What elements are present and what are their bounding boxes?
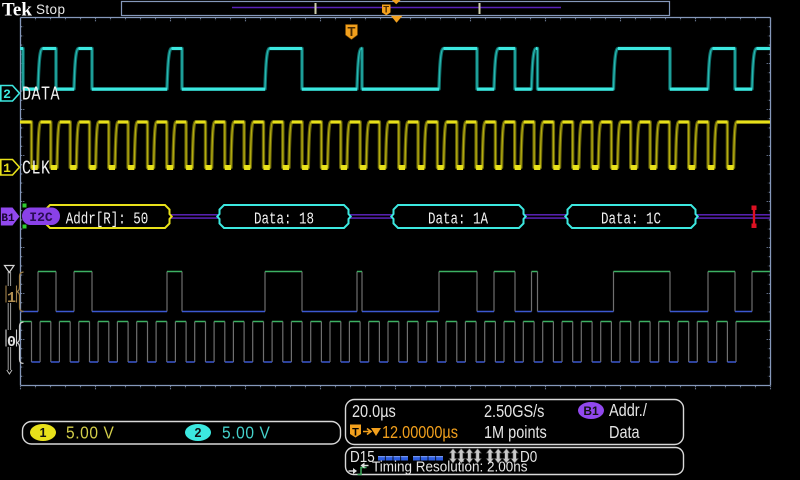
svg-text:5.00 V: 5.00 V — [222, 422, 271, 442]
svg-text:B1: B1 — [583, 404, 599, 418]
svg-text:T: T — [352, 427, 359, 439]
svg-text:Addr[R]: 50: Addr[R]: 50 — [66, 211, 148, 229]
svg-text:2.50GS/s: 2.50GS/s — [484, 403, 544, 421]
svg-text:1M points: 1M points — [484, 424, 547, 442]
svg-text:DATA: DATA — [22, 85, 60, 106]
svg-text:Timing Resolution: 2.00ns: Timing Resolution: 2.00ns — [372, 459, 528, 476]
svg-text:20.0µs: 20.0µs — [352, 403, 396, 421]
svg-text:Data: 1A: Data: 1A — [428, 211, 488, 229]
svg-text:B1: B1 — [1, 213, 15, 225]
svg-text:Stop: Stop — [36, 2, 65, 17]
svg-text:Data: 1C: Data: 1C — [601, 211, 661, 229]
svg-text:12.00000µs: 12.00000µs — [382, 424, 458, 442]
svg-text:Data: Data — [609, 424, 640, 442]
svg-text:0: 0 — [7, 334, 16, 351]
svg-text:Addr./: Addr./ — [609, 402, 647, 420]
svg-text:1: 1 — [7, 290, 16, 307]
svg-text:2: 2 — [195, 426, 202, 440]
svg-text:CLK: CLK — [22, 159, 51, 180]
svg-text:T: T — [348, 24, 356, 39]
svg-text:Data: 18: Data: 18 — [254, 211, 314, 229]
svg-text:5.00 V: 5.00 V — [66, 422, 115, 442]
svg-text:1: 1 — [3, 161, 11, 176]
svg-text:2: 2 — [3, 87, 11, 102]
svg-text:I2C: I2C — [29, 210, 53, 225]
svg-text:1: 1 — [40, 426, 47, 440]
svg-text:T: T — [383, 4, 389, 15]
